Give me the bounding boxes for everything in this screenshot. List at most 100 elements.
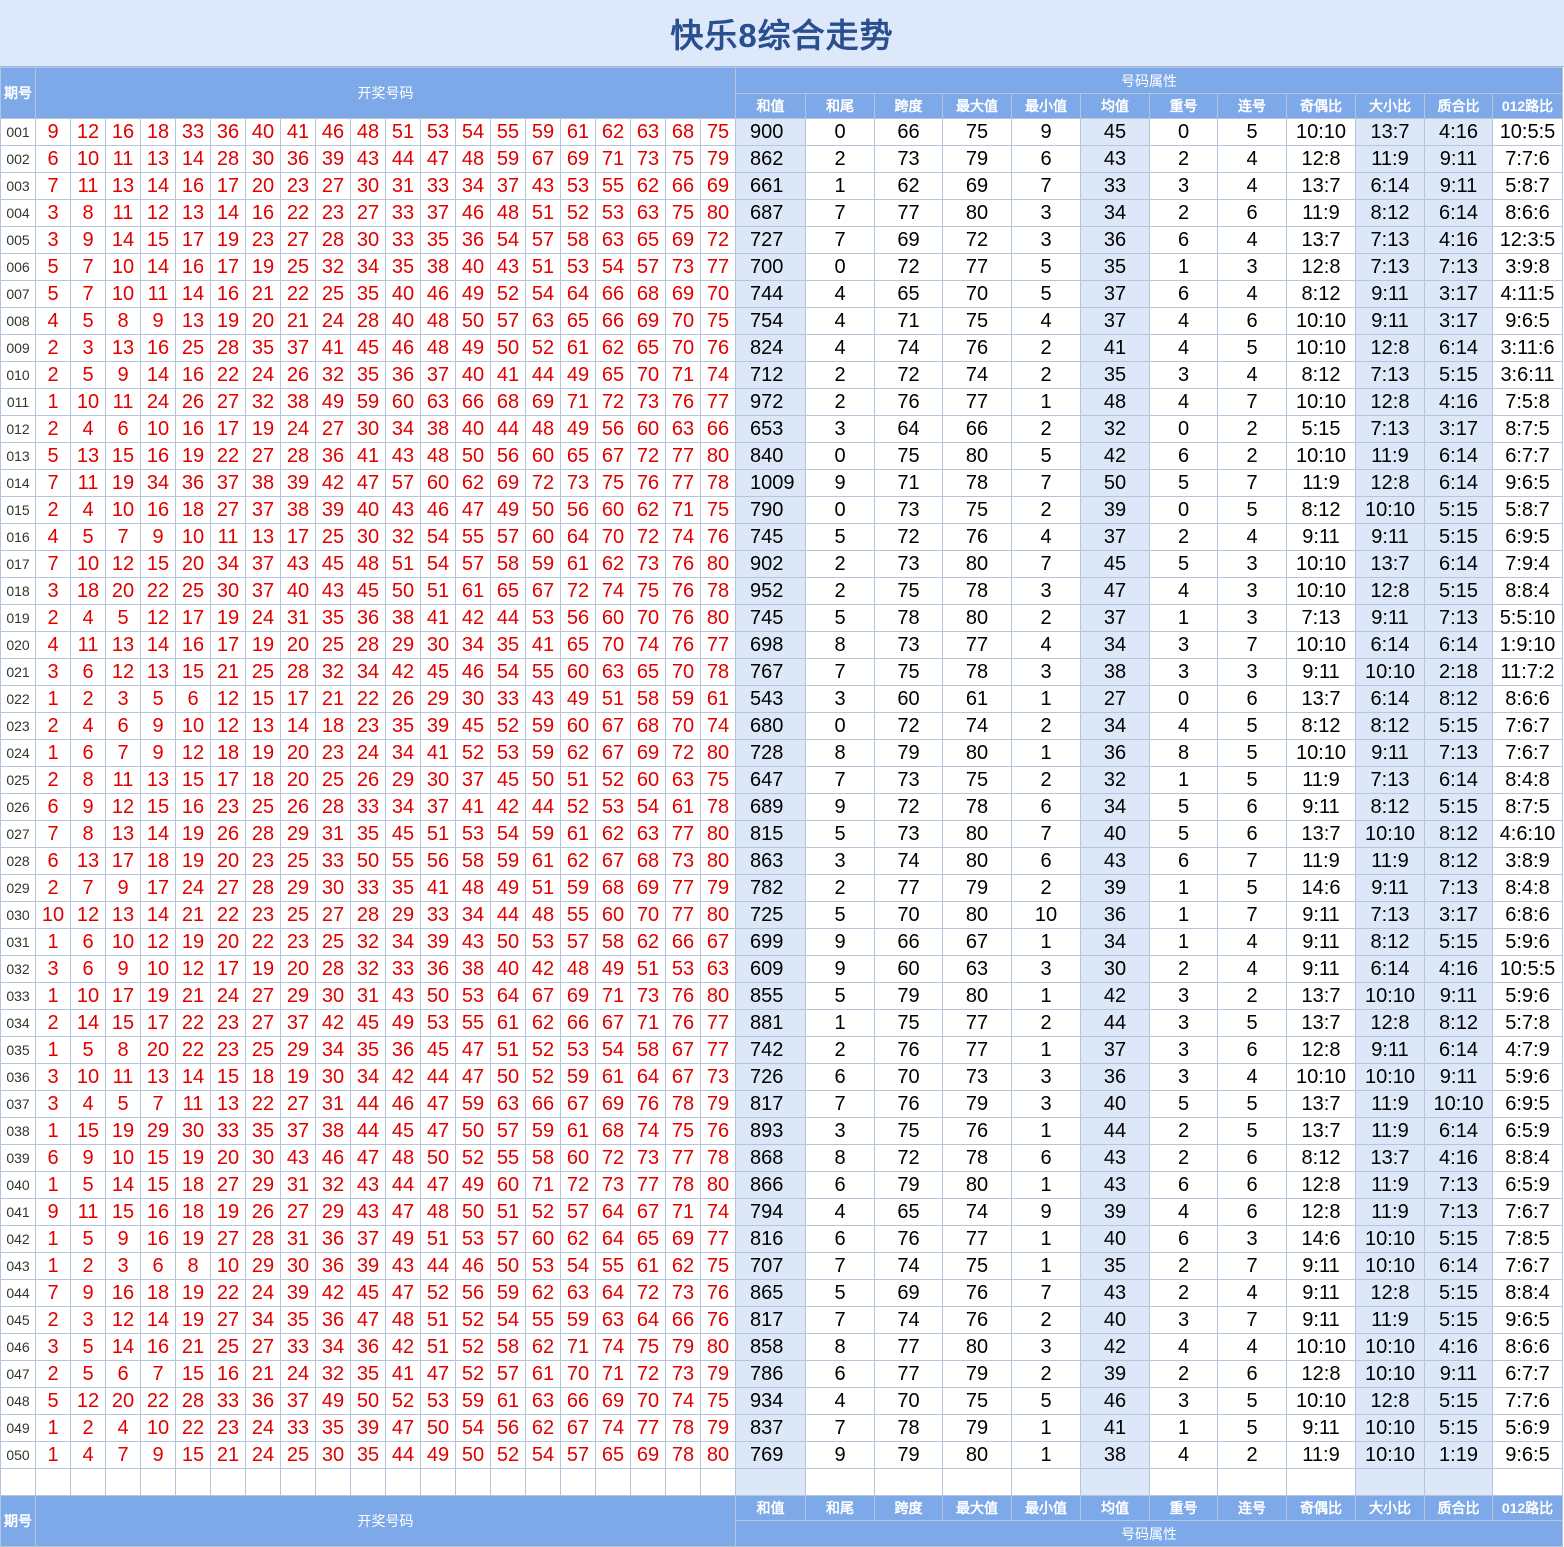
table-row: 048 5 12 20 22 28 33 36 37 49 50 52 53 59 61 63 66 69 70 74… [0, 1387, 1563, 1415]
number-cell: 35 [315, 1414, 351, 1442]
number-cell: 37 [280, 1009, 316, 1037]
issue-cell: 010 [0, 361, 36, 389]
issue-cell: 018 [0, 577, 36, 605]
attr-cell: 7:13 [1355, 901, 1425, 929]
attr-column-header: 重号 [1149, 1495, 1218, 1521]
attr-cell: 10:10 [1286, 307, 1356, 335]
attr-cell: 2 [1217, 1441, 1287, 1469]
number-cell: 22 [210, 361, 246, 389]
number-cell: 34 [210, 550, 246, 578]
attr-cell: 543 [735, 685, 806, 713]
number-cell: 15 [140, 793, 176, 821]
number-cell: 67 [525, 982, 561, 1010]
number-cell: 53 [525, 1252, 561, 1280]
number-cell: 10 [175, 712, 211, 740]
number-cell: 33 [385, 226, 421, 254]
number-cell: 54 [525, 280, 561, 308]
number-cell: 42 [385, 1333, 421, 1361]
number-cell: 31 [315, 1090, 351, 1118]
number-cell: 64 [595, 1279, 631, 1307]
number-cell: 33 [280, 1333, 316, 1361]
number-cell: 30 [350, 172, 386, 200]
number-cell: 57 [385, 469, 421, 497]
number-cell: 32 [315, 253, 351, 281]
attr-cell: 6 [805, 1360, 875, 1388]
attr-cell: 5:6:9 [1492, 1414, 1563, 1442]
number-cell: 14 [140, 172, 176, 200]
number-cell: 20 [245, 172, 281, 200]
attr-cell: 816 [735, 1225, 806, 1253]
attr-cell: 3:11:6 [1492, 334, 1563, 362]
number-cell: 77 [700, 253, 736, 281]
number-cell: 54 [420, 523, 456, 551]
attr-cell: 2 [805, 145, 875, 173]
attr-cell: 9:11 [1286, 1306, 1356, 1334]
attr-cell: 12:8 [1286, 145, 1356, 173]
attr-cell: 725 [735, 901, 806, 929]
number-cell: 34 [350, 658, 386, 686]
number-cell: 27 [245, 1333, 281, 1361]
number-cell: 34 [385, 793, 421, 821]
number-cell: 70 [630, 361, 666, 389]
attr-cell: 3 [1217, 550, 1287, 578]
number-cell: 39 [420, 928, 456, 956]
attr-cell: 1 [1011, 388, 1081, 416]
number-cell: 15 [140, 550, 176, 578]
number-cell: 75 [700, 1252, 736, 1280]
number-cell: 16 [175, 631, 211, 659]
table-row: 036 3 10 11 13 14 15 18 19 30 34 42 44 47 50 52 59 61 64 67… [0, 1063, 1563, 1091]
blank-cell [105, 1468, 141, 1496]
attr-cell: 7:13 [1424, 604, 1493, 632]
attr-cell: 70 [874, 901, 943, 929]
number-cell: 53 [455, 820, 491, 848]
attr-cell: 9:11 [1286, 928, 1356, 956]
issue-cell: 045 [0, 1306, 36, 1334]
number-cell: 29 [280, 874, 316, 902]
number-cell: 35 [385, 712, 421, 740]
number-cell: 16 [140, 496, 176, 524]
number-cell: 10 [105, 928, 141, 956]
attr-cell: 41 [1080, 1414, 1150, 1442]
attr-cell: 66 [942, 415, 1012, 443]
attr-cell: 7:13 [1286, 604, 1356, 632]
number-cell: 16 [175, 172, 211, 200]
attr-cell: 12:8 [1355, 1279, 1425, 1307]
number-cell: 76 [700, 334, 736, 362]
number-cell: 12 [140, 928, 176, 956]
attr-cell: 8 [805, 1333, 875, 1361]
attr-cell: 12:8 [1286, 253, 1356, 281]
number-cell: 14 [175, 280, 211, 308]
attr-cell: 40 [1080, 1306, 1150, 1334]
number-cell: 65 [630, 658, 666, 686]
number-cell: 31 [315, 820, 351, 848]
attr-cell: 5:15 [1424, 1225, 1493, 1253]
attr-cell: 2 [1011, 604, 1081, 632]
number-cell: 10 [175, 523, 211, 551]
table-row: 028 6 13 17 18 19 20 23 25 33 50 55 56 58 59 61 62 67 68 73… [0, 847, 1563, 875]
number-cell: 63 [630, 820, 666, 848]
number-cell: 43 [525, 685, 561, 713]
number-cell: 41 [525, 631, 561, 659]
number-cell: 27 [210, 874, 246, 902]
number-cell: 40 [350, 496, 386, 524]
number-cell: 80 [700, 1171, 736, 1199]
attr-cell: 4 [1149, 712, 1218, 740]
attr-cell: 10:10 [1355, 982, 1425, 1010]
number-cell: 34 [385, 739, 421, 767]
attr-cell: 64 [874, 415, 943, 443]
issue-cell: 033 [0, 982, 36, 1010]
number-cell: 9 [70, 1144, 106, 1172]
number-cell: 2 [35, 334, 71, 362]
attr-cell: 6:9:5 [1492, 523, 1563, 551]
attr-cell: 40 [1080, 1090, 1150, 1118]
attr-cell: 687 [735, 199, 806, 227]
attr-cell: 1 [1149, 766, 1218, 794]
number-cell: 66 [455, 388, 491, 416]
number-cell: 13 [140, 658, 176, 686]
number-cell: 72 [560, 1171, 596, 1199]
attr-cell: 79 [942, 145, 1012, 173]
number-cell: 43 [280, 1144, 316, 1172]
attr-cell: 34 [1080, 928, 1150, 956]
number-cell: 73 [665, 847, 701, 875]
attr-cell: 80 [942, 820, 1012, 848]
